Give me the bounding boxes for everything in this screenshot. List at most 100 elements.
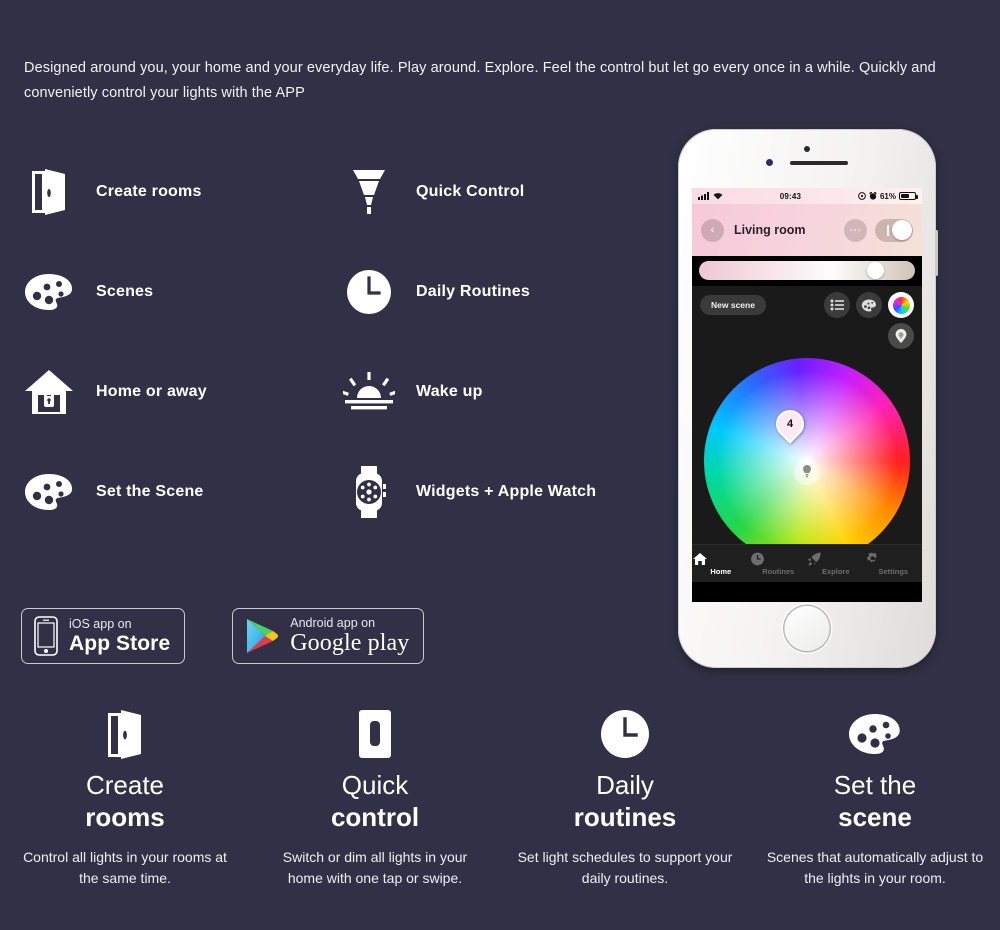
apple-watch-icon bbox=[338, 461, 400, 523]
google-play-badge[interactable]: Android app on Google play bbox=[232, 608, 425, 664]
battery-icon bbox=[899, 192, 918, 200]
feature-wake-up[interactable]: Wake up bbox=[338, 361, 668, 423]
chevron-left-icon[interactable]: ‹ bbox=[701, 218, 724, 242]
card-quick-control: Quick control Switch or dim all lights in… bbox=[250, 705, 500, 889]
color-wheel-icon[interactable] bbox=[888, 292, 914, 318]
feature-set-the-scene[interactable]: Set the Scene bbox=[18, 461, 338, 523]
earpiece-speaker bbox=[790, 161, 848, 165]
brightness-slider-wrap bbox=[692, 256, 922, 286]
bulb-icon bbox=[338, 161, 400, 223]
card-daily-routines: Daily routines Set light schedules to sup… bbox=[500, 705, 750, 889]
palette-icon bbox=[18, 461, 80, 523]
brightness-slider[interactable] bbox=[699, 261, 915, 280]
feature-label: Widgets + Apple Watch bbox=[416, 483, 597, 500]
room-title: Living room bbox=[734, 223, 806, 237]
intro-paragraph: Designed around you, your home and your … bbox=[24, 60, 936, 101]
battery-percent: 61% bbox=[879, 191, 896, 201]
feature-scenes[interactable]: Scenes bbox=[18, 261, 338, 323]
feature-label: Quick Control bbox=[416, 183, 525, 200]
feature-row: Create rooms Quick Control bbox=[18, 142, 678, 242]
room-header: ‹ Living room ⋯ bbox=[692, 204, 922, 256]
feature-label: Wake up bbox=[416, 383, 483, 400]
app-store-badge[interactable]: iOS app on App Store bbox=[21, 608, 186, 664]
bottom-nav: Home Routines Explore Settings bbox=[692, 544, 922, 582]
feature-label: Home or away bbox=[96, 383, 207, 400]
nav-label: Settings bbox=[878, 566, 909, 576]
card-create-rooms: Create rooms Control all lights in your r… bbox=[0, 705, 250, 889]
google-play-name: Google play bbox=[290, 630, 410, 657]
room-power-toggle[interactable] bbox=[875, 218, 913, 242]
nav-label: Routines bbox=[762, 566, 795, 576]
status-bar: 09:43 61% bbox=[692, 188, 922, 204]
nav-label: Explore bbox=[821, 566, 850, 576]
feature-quick-control[interactable]: Quick Control bbox=[338, 161, 668, 223]
house-lock-icon bbox=[18, 361, 80, 423]
card-set-the-scene: Set the scene Scenes that automatically a… bbox=[750, 705, 1000, 889]
nav-item-explore[interactable]: Explore bbox=[807, 552, 865, 576]
feature-widgets-apple-watch[interactable]: Widgets + Apple Watch bbox=[338, 461, 668, 523]
toolbar-second-row bbox=[692, 321, 922, 354]
bulb-icon[interactable] bbox=[794, 459, 820, 485]
status-time: 09:43 bbox=[779, 191, 802, 201]
card-title: Create rooms bbox=[85, 770, 165, 832]
palette-icon bbox=[18, 261, 80, 323]
palette-icon bbox=[764, 705, 986, 763]
clock-icon bbox=[338, 261, 400, 323]
color-wheel[interactable]: 4 bbox=[704, 358, 910, 564]
cellular-bars-icon bbox=[698, 192, 710, 200]
sunrise-icon bbox=[338, 361, 400, 423]
rotation-lock-icon bbox=[858, 192, 866, 200]
switch-icon bbox=[264, 705, 486, 763]
nav-item-settings[interactable]: Settings bbox=[865, 552, 923, 576]
app-store-name: App Store bbox=[69, 631, 171, 655]
open-door-icon bbox=[18, 161, 80, 223]
card-description: Control all lights in your rooms at the … bbox=[23, 849, 227, 886]
feature-label: Scenes bbox=[96, 283, 154, 300]
clock-icon bbox=[514, 705, 736, 763]
phone-side-button[interactable] bbox=[935, 230, 938, 276]
feature-row: Scenes Daily Routines bbox=[18, 242, 678, 342]
feature-label: Daily Routines bbox=[416, 283, 530, 300]
app-store-tagline: iOS app on bbox=[69, 617, 132, 632]
wifi-icon bbox=[713, 192, 723, 200]
open-door-icon bbox=[14, 705, 236, 763]
card-description: Scenes that automatically adjust to the … bbox=[766, 849, 984, 886]
feature-create-rooms[interactable]: Create rooms bbox=[18, 161, 338, 223]
bulb-drop-icon[interactable] bbox=[888, 323, 914, 349]
google-play-tagline: Android app on bbox=[290, 615, 376, 630]
feature-row: Home or away Wake up bbox=[18, 342, 678, 442]
feature-home-or-away[interactable]: Home or away bbox=[18, 361, 338, 423]
nav-item-home[interactable]: Home bbox=[692, 552, 750, 576]
slider-knob[interactable] bbox=[867, 262, 885, 279]
feature-cards: Create rooms Control all lights in your r… bbox=[0, 705, 1000, 889]
alarm-icon bbox=[869, 192, 877, 200]
phone-screen: 09:43 61% ‹ Living room ⋯ New scene 4 Ho… bbox=[692, 188, 922, 602]
color-wheel-marker[interactable]: 4 bbox=[770, 404, 810, 444]
iphone-icon bbox=[34, 616, 58, 656]
color-wheel-area: 4 Home Routines Explore Settings bbox=[692, 354, 922, 582]
ellipsis-icon[interactable]: ⋯ bbox=[844, 218, 867, 242]
feature-label: Create rooms bbox=[96, 183, 202, 200]
nav-item-routines[interactable]: Routines bbox=[750, 552, 808, 576]
scene-toolbar: New scene bbox=[692, 286, 922, 321]
promo-page: Designed around you, your home and your … bbox=[0, 0, 1000, 930]
card-description: Switch or dim all lights in your home wi… bbox=[282, 849, 468, 886]
feature-daily-routines[interactable]: Daily Routines bbox=[338, 261, 668, 323]
card-title: Set the scene bbox=[833, 770, 917, 832]
google-play-triangle-icon bbox=[245, 617, 279, 655]
phone-mockup: 09:43 61% ‹ Living room ⋯ New scene 4 Ho… bbox=[678, 129, 938, 668]
card-description: Set light schedules to support your dail… bbox=[517, 849, 733, 886]
list-icon[interactable] bbox=[824, 292, 850, 318]
proximity-sensor-icon bbox=[766, 159, 773, 166]
card-title: Daily routines bbox=[573, 770, 677, 832]
new-scene-button[interactable]: New scene bbox=[700, 295, 766, 315]
marker-label: 4 bbox=[786, 418, 794, 430]
palette-icon[interactable] bbox=[856, 292, 882, 318]
feature-row: Set the Scene Widgets + Apple Watch bbox=[18, 442, 678, 542]
home-button[interactable] bbox=[784, 606, 830, 651]
feature-label: Set the Scene bbox=[96, 483, 204, 500]
front-camera-icon bbox=[804, 146, 810, 152]
nav-label: Home bbox=[710, 566, 732, 576]
card-title: Quick control bbox=[330, 770, 420, 832]
feature-list: Create rooms Quick Control Scenes Daily … bbox=[18, 142, 678, 542]
